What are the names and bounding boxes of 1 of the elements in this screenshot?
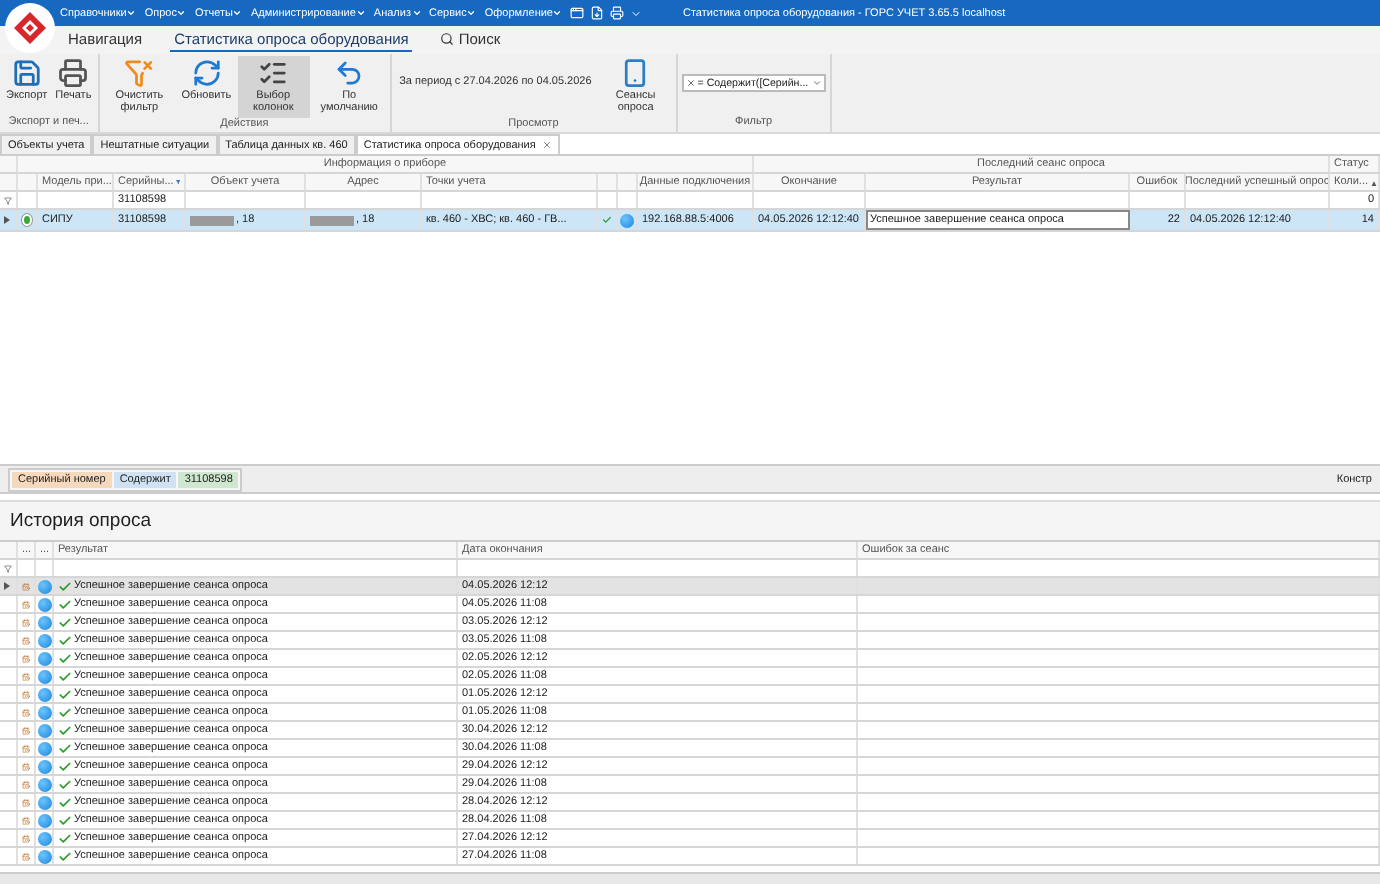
section-title: История опроса bbox=[0, 500, 1380, 540]
